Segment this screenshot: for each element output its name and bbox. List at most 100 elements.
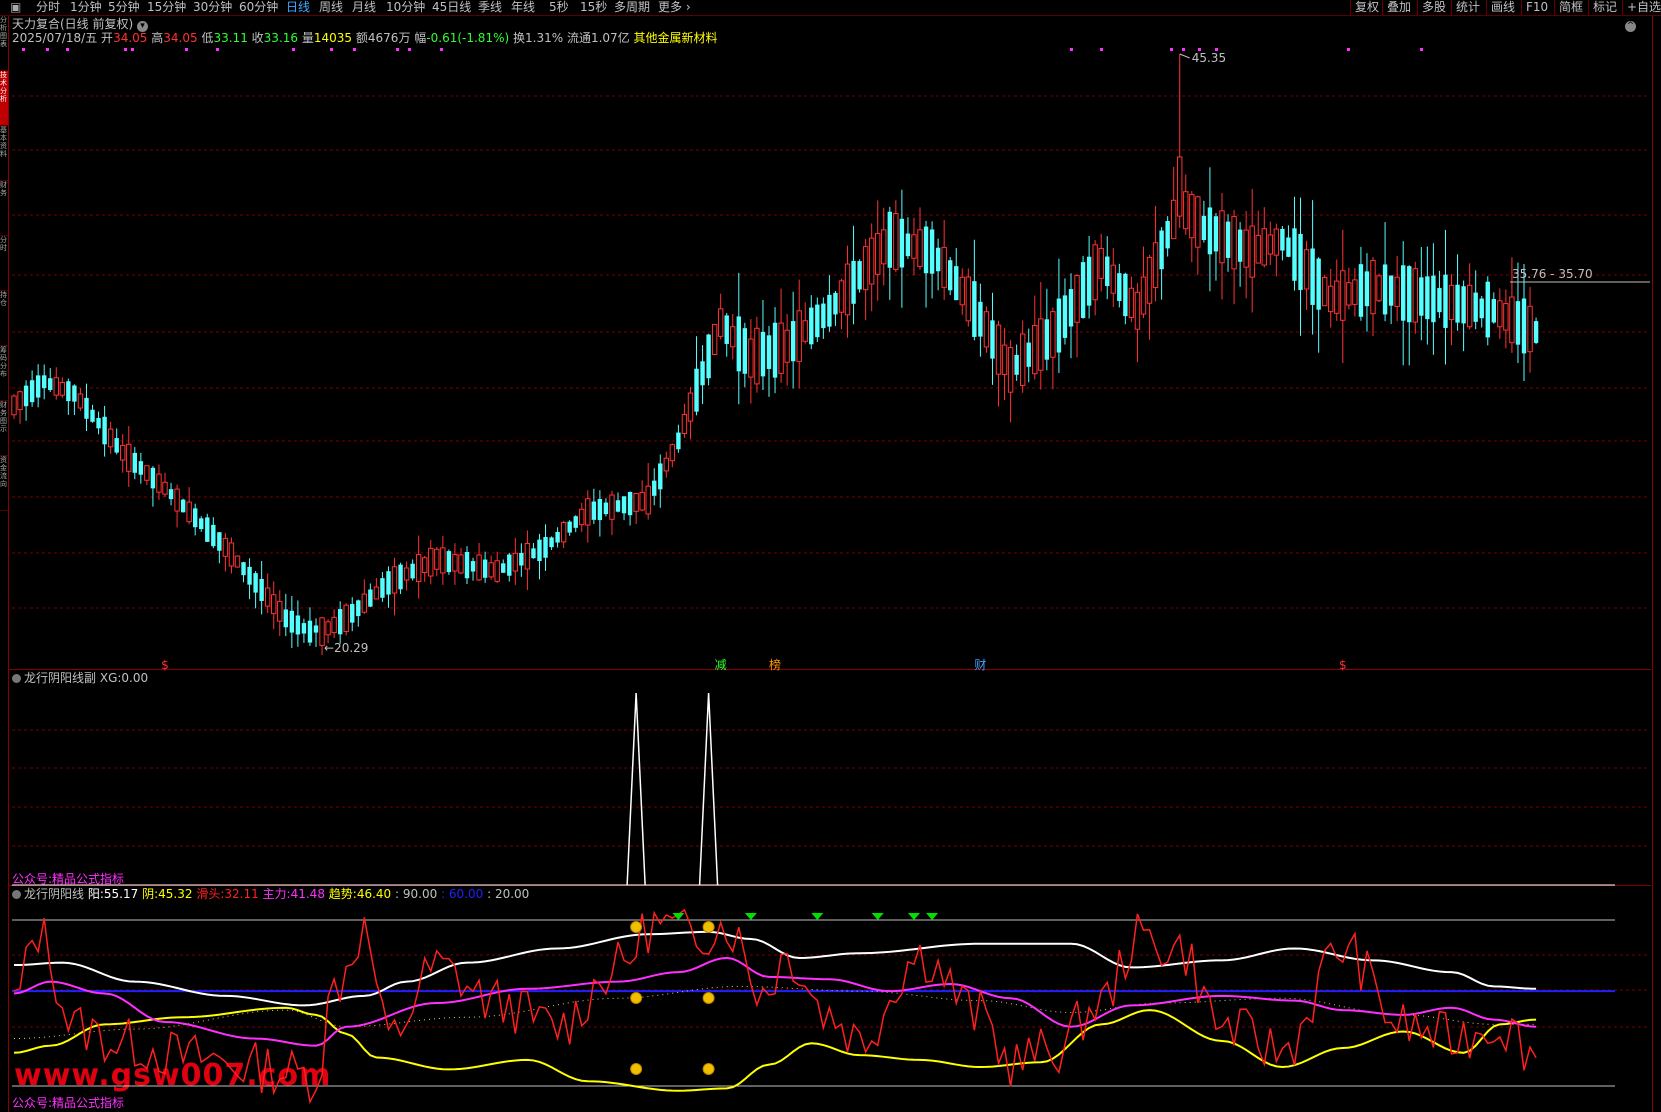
candle-body — [627, 492, 633, 516]
candle-body — [114, 438, 119, 453]
candle-body — [1328, 285, 1334, 313]
candle-body — [560, 521, 567, 543]
signal-dot — [216, 48, 219, 51]
candle-body — [784, 329, 790, 363]
candle-body — [972, 281, 977, 337]
candle-body — [373, 586, 380, 600]
yin-line — [13, 1006, 1537, 1092]
candle-body — [730, 326, 736, 348]
candle-body — [1098, 247, 1104, 279]
candle-body — [941, 246, 947, 288]
candle-body — [736, 316, 741, 372]
candle-body — [391, 566, 398, 594]
candle-body — [1401, 265, 1406, 321]
candle-body — [1213, 216, 1219, 252]
candle-body — [1273, 228, 1280, 256]
candle-body — [264, 587, 271, 607]
signal-triangle — [926, 913, 939, 920]
signal-dot — [131, 48, 134, 51]
candle-body — [754, 327, 760, 385]
candle-body — [1195, 196, 1201, 248]
candle-body — [488, 562, 494, 578]
candle-body — [410, 563, 415, 579]
candle-body — [1110, 264, 1116, 294]
candle-body — [271, 594, 277, 615]
candle-body — [1032, 325, 1038, 375]
candle-body — [742, 328, 748, 374]
candle-body — [1026, 342, 1031, 367]
candle-body — [796, 310, 802, 362]
kline-chart-canvas[interactable]: 45.35 ←20.29 35.76 - 35.70 $ 减 榜 财 $ — [0, 0, 1661, 1112]
candle-body — [162, 481, 168, 495]
candle-body — [1340, 270, 1346, 321]
candle-body — [313, 625, 319, 633]
event-marker: 财 — [974, 658, 986, 672]
candle-body — [1201, 215, 1207, 240]
signal-dot — [330, 48, 333, 51]
candle-body — [766, 335, 772, 369]
signal-triangle — [871, 913, 884, 920]
signal-triangle — [744, 913, 757, 920]
candle-body — [507, 554, 512, 576]
candle-body — [1286, 237, 1291, 257]
candle-body — [422, 557, 428, 573]
candle-body — [77, 393, 84, 409]
candle-body — [1485, 281, 1490, 338]
candle-body — [1437, 288, 1442, 313]
candle-body — [881, 229, 887, 265]
candle-body — [222, 537, 229, 557]
candle-body — [1038, 318, 1044, 371]
candle-body — [1207, 207, 1213, 255]
event-marker: 榜 — [769, 657, 781, 672]
candle-body — [199, 518, 204, 530]
candle-body — [1479, 298, 1484, 319]
candle-body — [1382, 264, 1388, 315]
candle-body — [1352, 279, 1358, 305]
candle-body — [954, 266, 959, 301]
candle-body — [844, 263, 851, 316]
candle-body — [325, 621, 331, 636]
candle-body — [790, 321, 796, 362]
candle-body — [96, 417, 101, 429]
candle-body — [452, 553, 458, 572]
candle-body — [935, 247, 941, 272]
candle-body — [1425, 276, 1430, 320]
candle-body — [1255, 234, 1261, 264]
candle-body — [929, 229, 935, 274]
signal-dot — [66, 48, 69, 51]
candle-body — [1455, 284, 1460, 323]
candle-body — [959, 276, 965, 306]
signal-triangle — [907, 913, 920, 920]
candle-body — [609, 494, 615, 520]
candle-body — [681, 413, 688, 435]
gold-coin-icon — [702, 1063, 715, 1075]
candle-body — [186, 501, 192, 523]
signal-dot — [408, 48, 411, 51]
signal-dot — [1347, 48, 1350, 51]
candle-body — [543, 537, 548, 558]
candle-body — [1243, 229, 1249, 268]
signal-dot — [292, 48, 295, 51]
signal-dot — [1070, 48, 1073, 51]
gold-coin-icon — [702, 992, 715, 1004]
max-pointer — [1179, 53, 1190, 59]
candle-body — [567, 521, 572, 533]
zhu-line — [13, 956, 1537, 1047]
candle-body — [579, 508, 585, 526]
candle-body — [48, 378, 53, 390]
candle-body — [138, 461, 144, 475]
candle-body — [217, 532, 222, 551]
candle-body — [531, 548, 536, 559]
candle-body — [911, 234, 917, 259]
candle-body — [694, 368, 699, 412]
candle-body — [1001, 344, 1008, 375]
candle-body — [120, 444, 126, 461]
candle-body — [862, 246, 869, 291]
event-marker: $ — [1339, 658, 1347, 672]
candle-body — [1503, 303, 1509, 331]
candle-body — [29, 380, 35, 403]
candle-body — [1280, 228, 1285, 251]
candle-body — [1515, 301, 1521, 345]
candle-body — [948, 260, 953, 291]
candle-body — [1370, 259, 1376, 315]
